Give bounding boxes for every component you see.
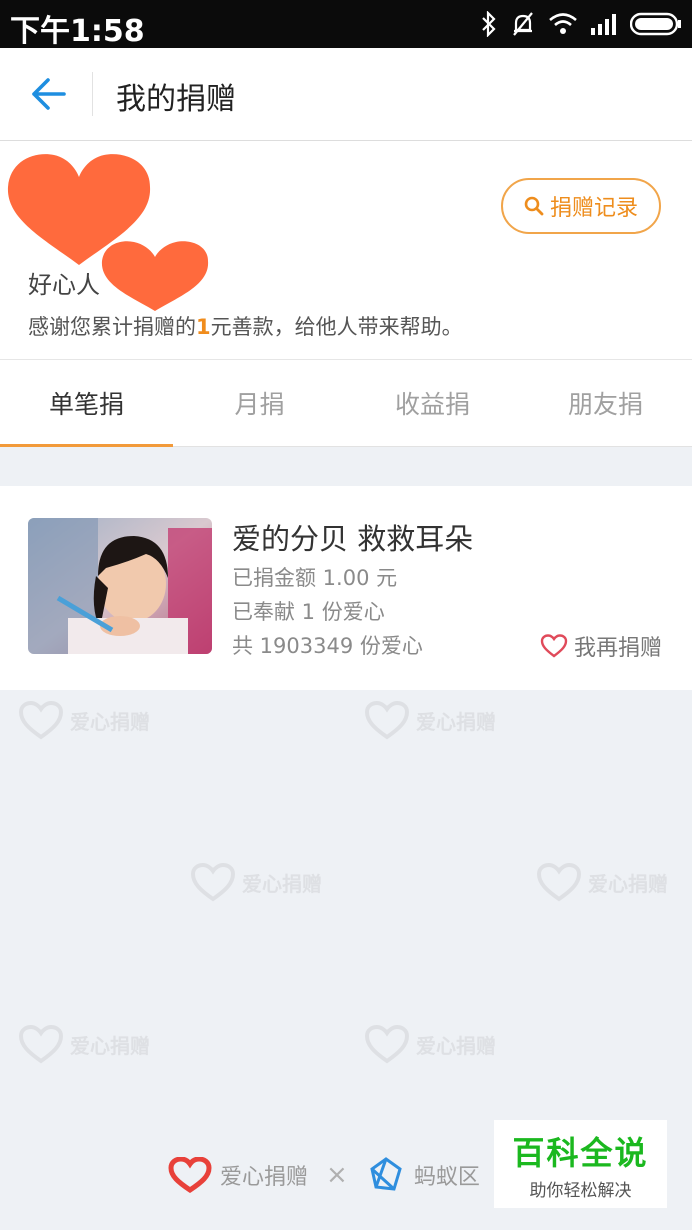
watermark: 爱心捐赠 [536, 862, 668, 902]
baike-badge: 百科全说 助你轻松解决 [494, 1120, 667, 1208]
donation-summary: 感谢您累计捐赠的1元善款，给他人带来帮助。 [28, 311, 463, 341]
watermark: 爱心捐赠 [18, 700, 150, 740]
brand-ant-area: 蚂蚁区 [366, 1155, 480, 1195]
watermark-text: 爱心捐赠 [416, 1033, 496, 1058]
watermark: 爱心捐赠 [190, 862, 322, 902]
watermark-heart-icon [364, 700, 410, 740]
watermark-text: 爱心捐赠 [70, 1033, 150, 1058]
page-title: 我的捐赠 [116, 82, 236, 117]
mute-bell-icon [513, 12, 533, 36]
back-button[interactable] [22, 74, 70, 114]
watermark-text: 爱心捐赠 [588, 871, 668, 896]
watermark-heart-icon [18, 700, 64, 740]
status-icons [480, 10, 682, 38]
donation-record-button[interactable]: 捐赠记录 [501, 178, 661, 234]
back-arrow-icon [32, 78, 66, 110]
watermark-text: 爱心捐赠 [242, 871, 322, 896]
watermark-text: 爱心捐赠 [70, 709, 150, 734]
donation-card[interactable]: 爱的分贝 救救耳朵 已捐金额 1.00 元 已奉献 1 份爱心 共 190334… [0, 486, 692, 690]
title-bar: 我的捐赠 [0, 48, 692, 141]
battery-icon [630, 12, 681, 36]
tab-label: 朋友捐 [567, 390, 643, 419]
tab-label: 单笔捐 [48, 390, 124, 419]
tab-monthly[interactable]: 月捐 [173, 360, 346, 446]
bluetooth-icon [482, 11, 496, 37]
search-icon [524, 196, 544, 216]
project-title: 爱的分贝 救救耳朵 [232, 522, 474, 556]
signal-icon [591, 14, 616, 35]
watermark-heart-icon [536, 862, 582, 902]
heart-icon [540, 634, 568, 658]
watermark: 爱心捐赠 [364, 700, 496, 740]
nickname-cover-heart [101, 241, 209, 311]
contributed-count: 已奉献 1 份爱心 [232, 600, 385, 624]
summary-amount: 1 [196, 315, 211, 339]
tab-label: 月捐 [234, 390, 285, 419]
watermark-heart-icon [18, 1024, 64, 1064]
profile-section: 好心人 感谢您累计捐赠的1元善款，给他人带来帮助。 捐赠记录 [0, 141, 692, 360]
watermark: 爱心捐赠 [18, 1024, 150, 1064]
record-button-label: 捐赠记录 [549, 196, 638, 221]
title-divider [92, 72, 93, 116]
donated-amount: 已捐金额 1.00 元 [232, 566, 398, 590]
brand1-label: 爱心捐赠 [220, 1165, 309, 1190]
brand-separator: × [326, 1160, 348, 1190]
project-thumbnail [28, 518, 212, 654]
tab-earnings[interactable]: 收益捐 [346, 360, 519, 446]
tab-single[interactable]: 单笔捐 [0, 360, 173, 447]
tab-label: 收益捐 [394, 390, 470, 419]
badge-subtitle: 助你轻松解决 [529, 1180, 632, 1201]
love-heart-logo-icon [168, 1157, 212, 1193]
donation-type-tabs: 单笔捐 月捐 收益捐 朋友捐 [0, 360, 692, 447]
watermark-heart-icon [364, 1024, 410, 1064]
badge-title: 百科全说 [512, 1133, 649, 1172]
ant-network-logo-icon [370, 1157, 402, 1191]
total-love-count: 共 1903349 份爱心 [232, 634, 423, 658]
user-nickname: 好心人 [28, 271, 100, 299]
status-time: 下午1:58 [10, 14, 145, 49]
summary-prefix: 感谢您累计捐赠的 [28, 315, 196, 339]
footer-brands: 爱心捐赠 × 蚂蚁区 [168, 1150, 480, 1200]
donate-again-label: 我再捐赠 [573, 636, 662, 661]
status-bar: 下午1:58 [0, 0, 692, 49]
wifi-icon [549, 13, 577, 34]
donate-again-button[interactable]: 我再捐赠 [540, 630, 662, 662]
brand-love-donation: 爱心捐赠 [168, 1157, 308, 1193]
watermark-text: 爱心捐赠 [416, 709, 496, 734]
watermark-heart-icon [190, 862, 236, 902]
summary-suffix: 元善款，给他人带来帮助。 [210, 315, 463, 339]
brand2-label: 蚂蚁区 [413, 1165, 480, 1190]
watermark: 爱心捐赠 [364, 1024, 496, 1064]
tab-friends[interactable]: 朋友捐 [519, 360, 692, 446]
